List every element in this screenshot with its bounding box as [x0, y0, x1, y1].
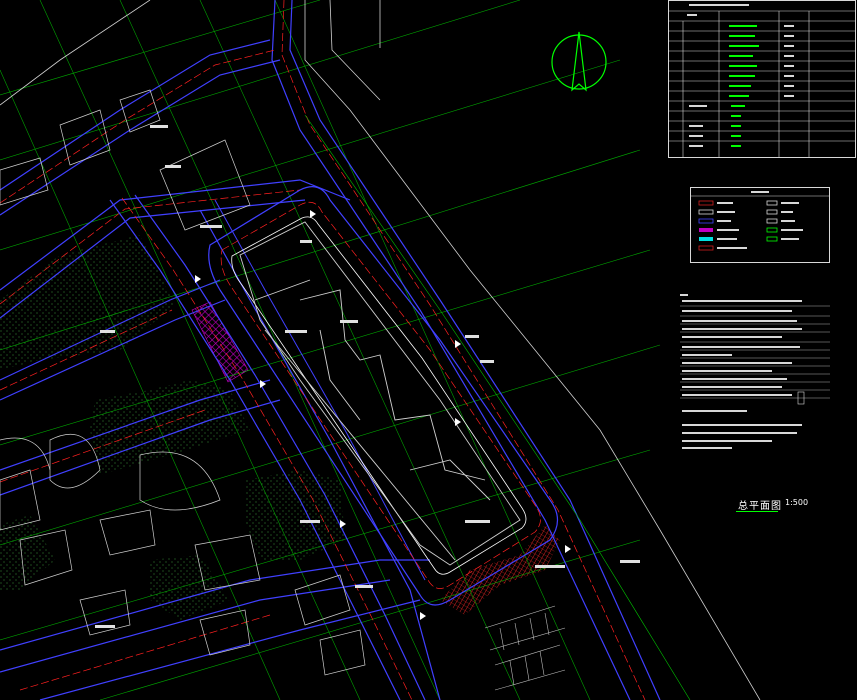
- magenta-hatch-zone: [191, 301, 249, 383]
- notes-lines: [680, 294, 830, 449]
- drawing-title: 总平面图: [738, 501, 782, 512]
- drawing-scale: 1:500: [785, 498, 809, 507]
- north-arrow-icon: [551, 31, 607, 92]
- title-underline: [736, 511, 778, 512]
- green-lots: [0, 235, 345, 620]
- legend-box: [690, 187, 830, 263]
- data-table-grid: [669, 4, 855, 157]
- parking-lot: [484, 605, 566, 691]
- annotation-markers: [95, 125, 640, 628]
- data-table: [668, 0, 856, 158]
- legend-swatch-icons: [691, 191, 829, 251]
- notes-block: [680, 292, 830, 452]
- road-north-west: [0, 39, 281, 216]
